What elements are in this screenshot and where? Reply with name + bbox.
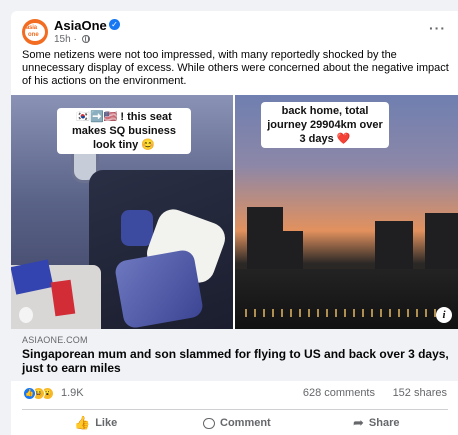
post-actions: 👍 Like Comment ➦ Share (11, 410, 458, 435)
page-name[interactable]: AsiaOne (54, 18, 107, 33)
share-button[interactable]: ➦ Share (353, 413, 399, 433)
post-meta: 15h · (54, 34, 90, 45)
reaction-count[interactable]: 1.9K (61, 387, 84, 399)
thumbs-up-icon: 👍 (74, 415, 91, 430)
share-icon: ➦ (353, 415, 364, 430)
link-title[interactable]: Singaporean mum and son slammed for flyi… (22, 347, 450, 375)
cup (19, 307, 33, 323)
link-domain: ASIAONE.COM (22, 335, 88, 345)
photo-city-sunset[interactable]: back home, total journey 29904km over 3 … (235, 95, 458, 329)
link-preview[interactable]: ASIAONE.COM Singaporean mum and son slam… (11, 329, 458, 381)
comments-count[interactable]: 628 comments (303, 387, 375, 399)
like-label: Like (95, 417, 118, 429)
cushion (121, 210, 153, 246)
post-media[interactable]: 🇰🇷➡️🇺🇸 ! this seat makes SQ business loo… (11, 95, 458, 329)
post-card: asia one AsiaOne ✓ 15h · ··· Some netize… (11, 11, 458, 435)
more-options-icon[interactable]: ··· (429, 20, 446, 36)
shares-count[interactable]: 152 shares (393, 387, 447, 399)
photo-airplane-seat[interactable]: 🇰🇷➡️🇺🇸 ! this seat makes SQ business loo… (11, 95, 233, 329)
post-caption: Some netizens were not too impressed, wi… (22, 49, 449, 87)
share-label: Share (368, 417, 400, 429)
photo-left-caption: 🇰🇷➡️🇺🇸 ! this seat makes SQ business loo… (57, 108, 191, 154)
avatar[interactable]: asia one (22, 19, 48, 45)
photo-right-caption: back home, total journey 29904km over 3 … (261, 102, 389, 148)
avatar-text-top: asia (26, 25, 37, 31)
city-lights (245, 309, 445, 317)
avatar-text-bottom: one (28, 32, 39, 38)
post-header: asia one AsiaOne ✓ 15h · ··· (11, 11, 458, 49)
blanket (113, 248, 205, 329)
like-reaction-icon: 👍 (23, 387, 36, 400)
comment-label: Comment (220, 417, 271, 429)
globe-icon (81, 35, 90, 43)
post-stats: 👍 😆 😮 1.9K 628 comments 152 shares (11, 384, 458, 404)
city-ground (235, 269, 458, 329)
like-button[interactable]: 👍 Like (74, 413, 117, 433)
comment-icon (203, 417, 215, 429)
info-icon[interactable]: i (436, 307, 452, 323)
verified-badge-icon: ✓ (109, 19, 120, 30)
comment-button[interactable]: Comment (203, 413, 271, 433)
post-time[interactable]: 15h (54, 34, 71, 45)
